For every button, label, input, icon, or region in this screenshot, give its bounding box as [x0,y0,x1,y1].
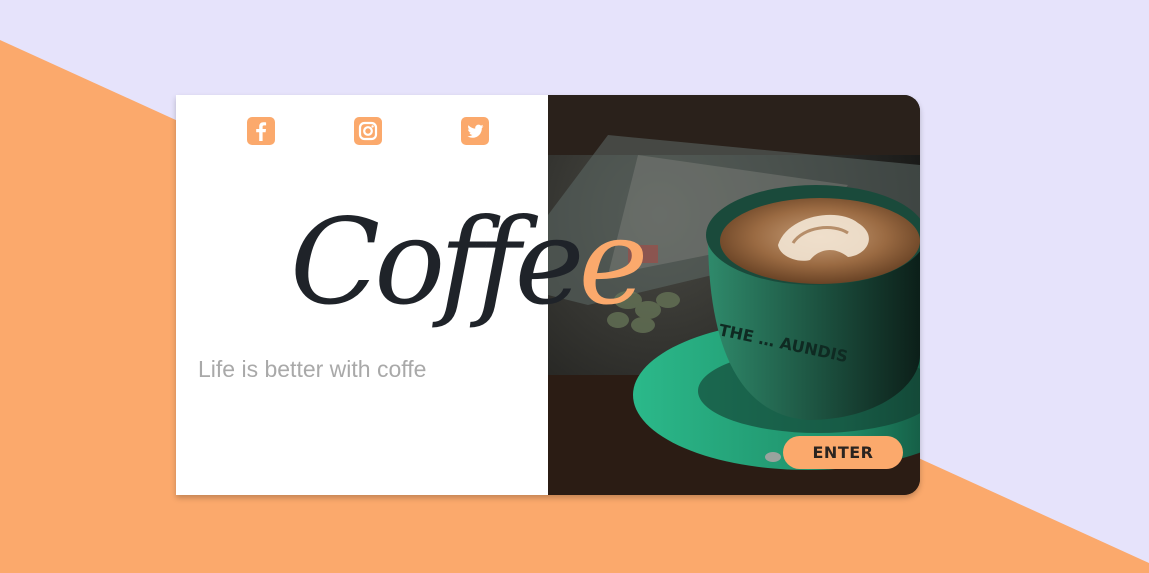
facebook-link[interactable] [247,117,275,145]
enter-button[interactable]: ENTER [783,436,903,469]
tagline: Life is better with coffe [198,356,427,382]
instagram-link[interactable] [354,117,382,145]
brand-title: Coffee [290,203,648,321]
title-accent-letter: e [578,193,649,331]
title-main: Coffe [290,193,585,331]
instagram-icon [358,121,378,141]
facebook-icon [256,122,267,141]
twitter-link[interactable] [461,117,489,145]
twitter-icon [467,124,484,138]
